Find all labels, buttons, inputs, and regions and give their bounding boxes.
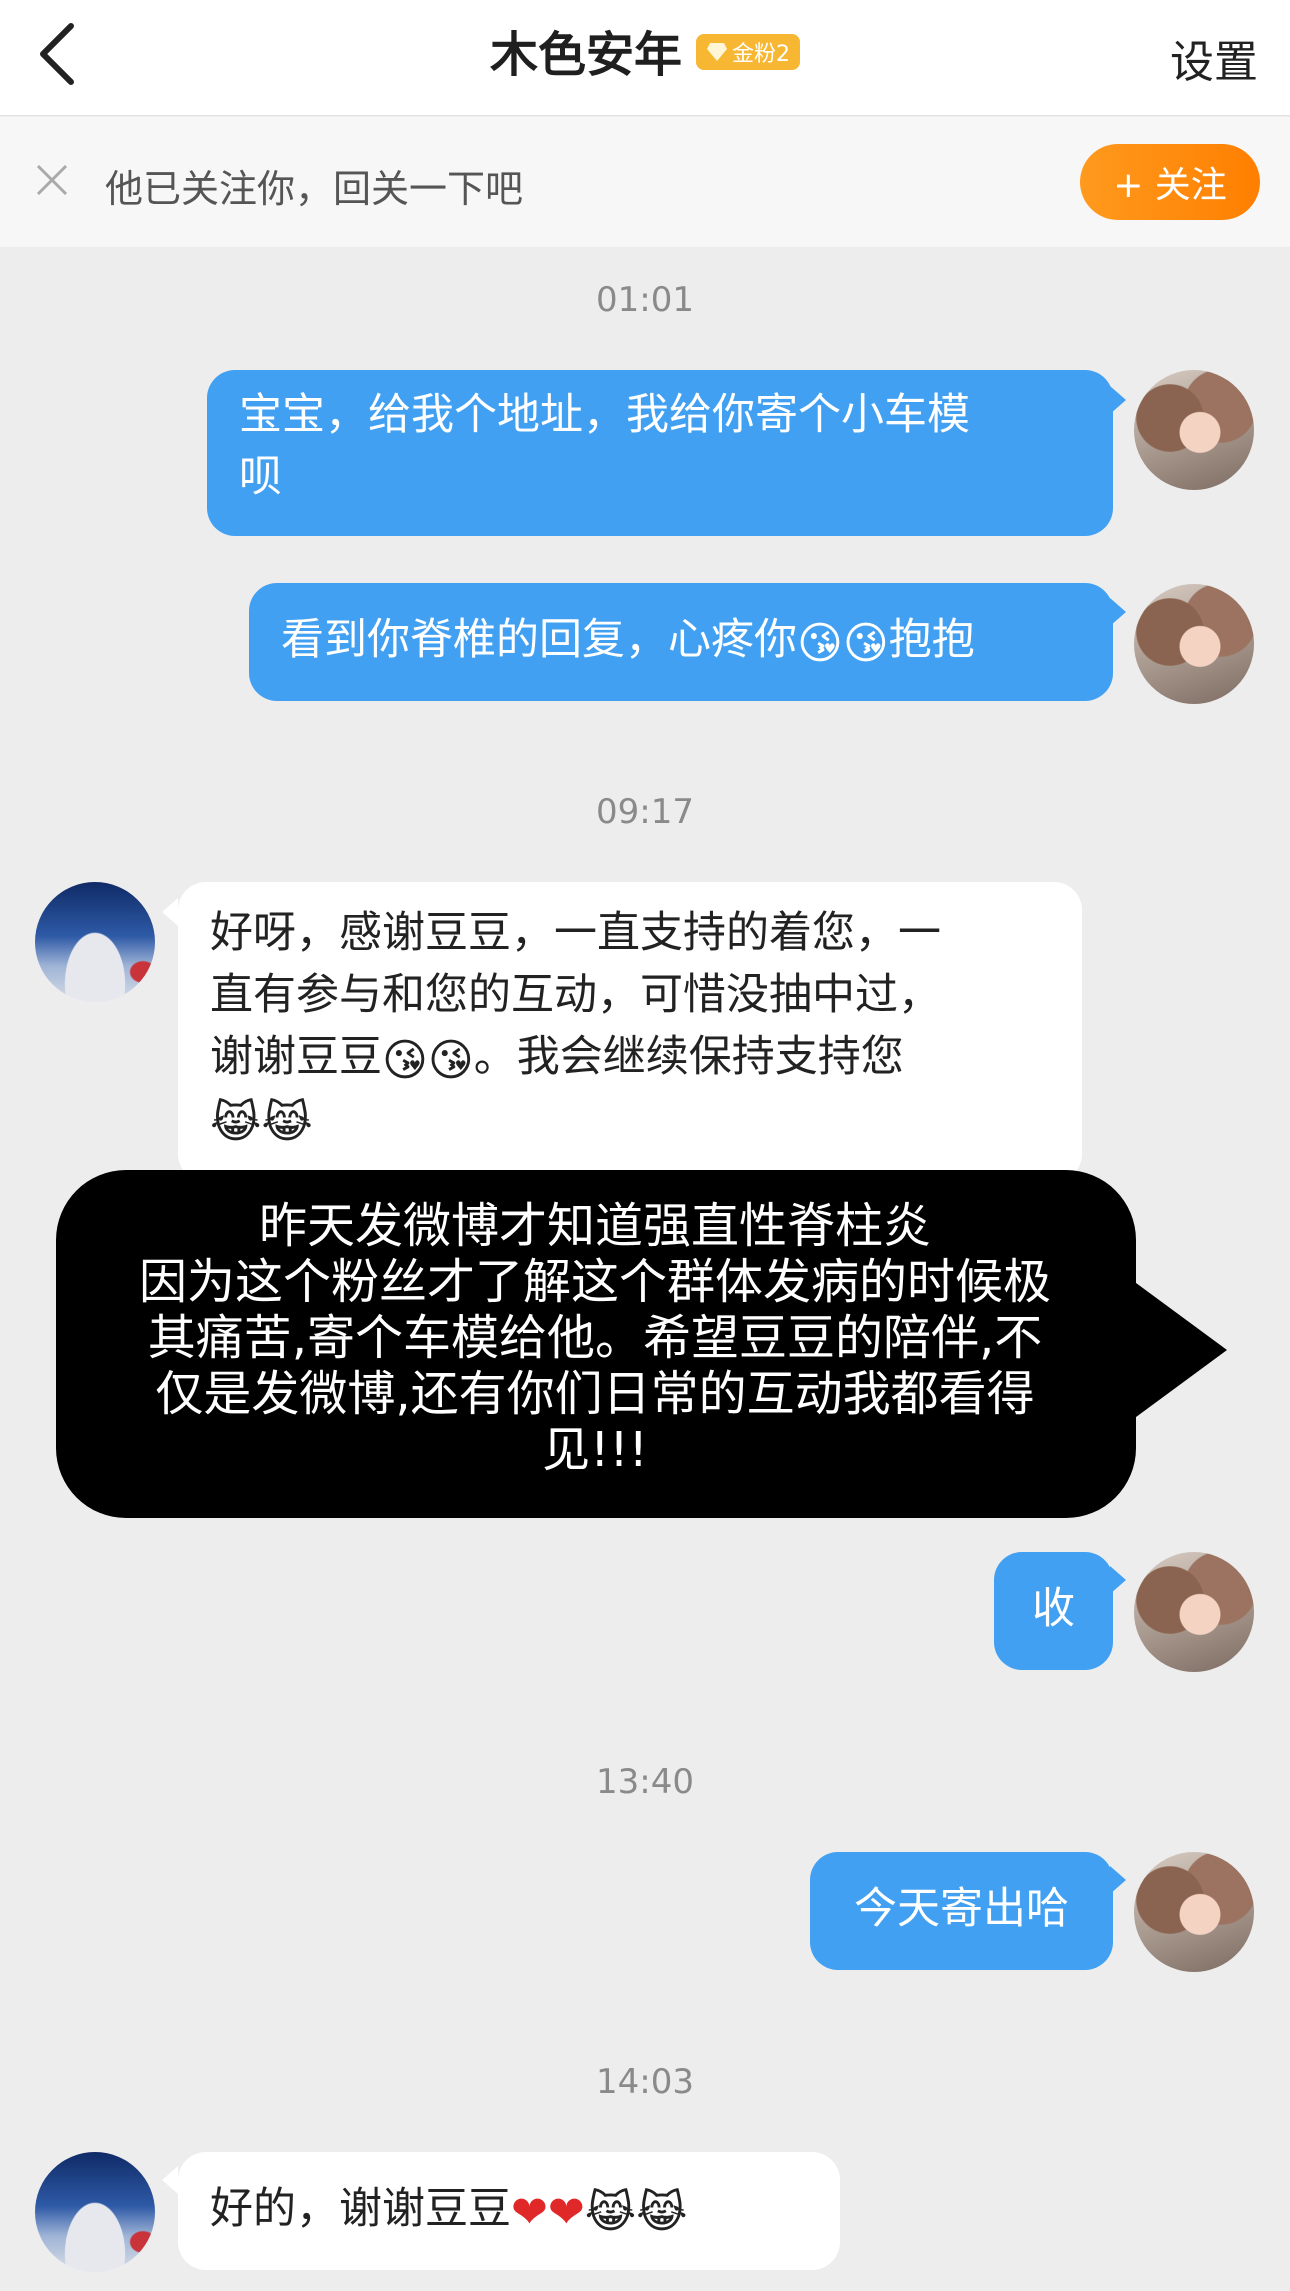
message-bubble[interactable]: 收: [994, 1552, 1113, 1670]
heart-emoji-icon: ❤: [547, 2187, 585, 2238]
avatar[interactable]: [1134, 584, 1254, 704]
page-title: 木色安年: [489, 27, 682, 83]
close-icon[interactable]: [32, 160, 72, 200]
avatar[interactable]: [1134, 1852, 1254, 1972]
bubble-tail: [162, 2166, 178, 2194]
follow-back-button[interactable]: + 关注: [1080, 144, 1260, 220]
message-text: 收: [1032, 1584, 1075, 1634]
message-bubble[interactable]: 好呀，感谢豆豆，一直支持的着您，一 直有参与和您的互动，可惜没抽中过， 谢谢豆豆…: [178, 882, 1082, 1182]
caption-overlay-tail: [1132, 1280, 1227, 1420]
diamond-icon: [707, 43, 727, 61]
kiss-emoji-icon: 😘: [797, 618, 843, 669]
caption-line: 因为这个粉丝才了解这个群体发病的时候极: [138, 1254, 1051, 1310]
message-bubble[interactable]: 今天寄出哈: [810, 1852, 1113, 1970]
message-text: 今天寄出哈: [854, 1884, 1069, 1934]
fan-badge-label: 金粉2: [732, 42, 790, 67]
laugh-emoji-icon: 😹: [261, 1097, 313, 1148]
avatar[interactable]: [1134, 1552, 1254, 1672]
avatar[interactable]: [1134, 370, 1254, 490]
message-bubble[interactable]: 好的，谢谢豆豆❤❤😹😹: [178, 2152, 840, 2270]
bubble-tail: [162, 898, 178, 926]
laugh-emoji-icon: 😹: [584, 2187, 637, 2238]
caption-line: 仅是发微博,还有你们日常的互动我都看得: [155, 1366, 1035, 1422]
kiss-emoji-icon: 😘: [427, 1035, 474, 1086]
caption-text: 昨天发微博才知道强直性脊柱炎 因为这个粉丝才了解这个群体发病的时候极 其痛苦,寄…: [70, 1198, 1120, 1478]
caption-line: 见!!!: [542, 1422, 648, 1478]
message-text: 好的，谢谢豆豆: [210, 2184, 511, 2234]
avatar[interactable]: [35, 2152, 155, 2272]
avatar[interactable]: [35, 882, 155, 1002]
follow-suggestion-text: 他已关注你，回关一下吧: [105, 167, 524, 211]
message-text: 。我会继续保持支持您: [473, 1032, 904, 1082]
message-text: 看到你脊椎的回复，心疼你: [281, 615, 797, 665]
message-text: 宝宝，给我个地址，我给你寄个小车模: [239, 390, 970, 440]
message-text: 好呀，感谢豆豆，一直支持的着您，一: [210, 908, 941, 958]
heart-emoji-icon: ❤: [511, 2187, 548, 2238]
caption-line: 昨天发微博才知道强直性脊柱炎: [258, 1198, 931, 1254]
title-wrap: 木色安年 金粉2: [0, 18, 1290, 83]
kiss-emoji-icon: 😘: [382, 1035, 428, 1086]
fan-badge: 金粉2: [696, 34, 800, 70]
settings-button[interactable]: 设置: [1170, 26, 1258, 90]
message-text: 抱抱: [888, 615, 975, 665]
laugh-emoji-icon: 😹: [210, 1097, 262, 1148]
message-text: 谢谢豆豆: [210, 1032, 382, 1082]
laugh-emoji-icon: 😹: [636, 2187, 688, 2238]
kiss-emoji-icon: 😘: [842, 618, 889, 669]
caption-line: 其痛苦,寄个车模给他。希望豆豆的陪伴,不: [147, 1310, 1043, 1366]
message-text: 直有参与和您的互动，可惜没抽中过，: [210, 970, 941, 1020]
message-bubble[interactable]: 宝宝，给我个地址，我给你寄个小车模 呗: [207, 370, 1113, 536]
message-text: 呗: [239, 452, 282, 502]
message-bubble[interactable]: 看到你脊椎的回复，心疼你😘😘抱抱: [249, 583, 1113, 701]
timestamp: 13:40: [596, 1762, 694, 1802]
timestamp: 14:03: [596, 2062, 694, 2102]
timestamp: 01:01: [596, 280, 694, 320]
timestamp: 09:17: [596, 792, 694, 832]
